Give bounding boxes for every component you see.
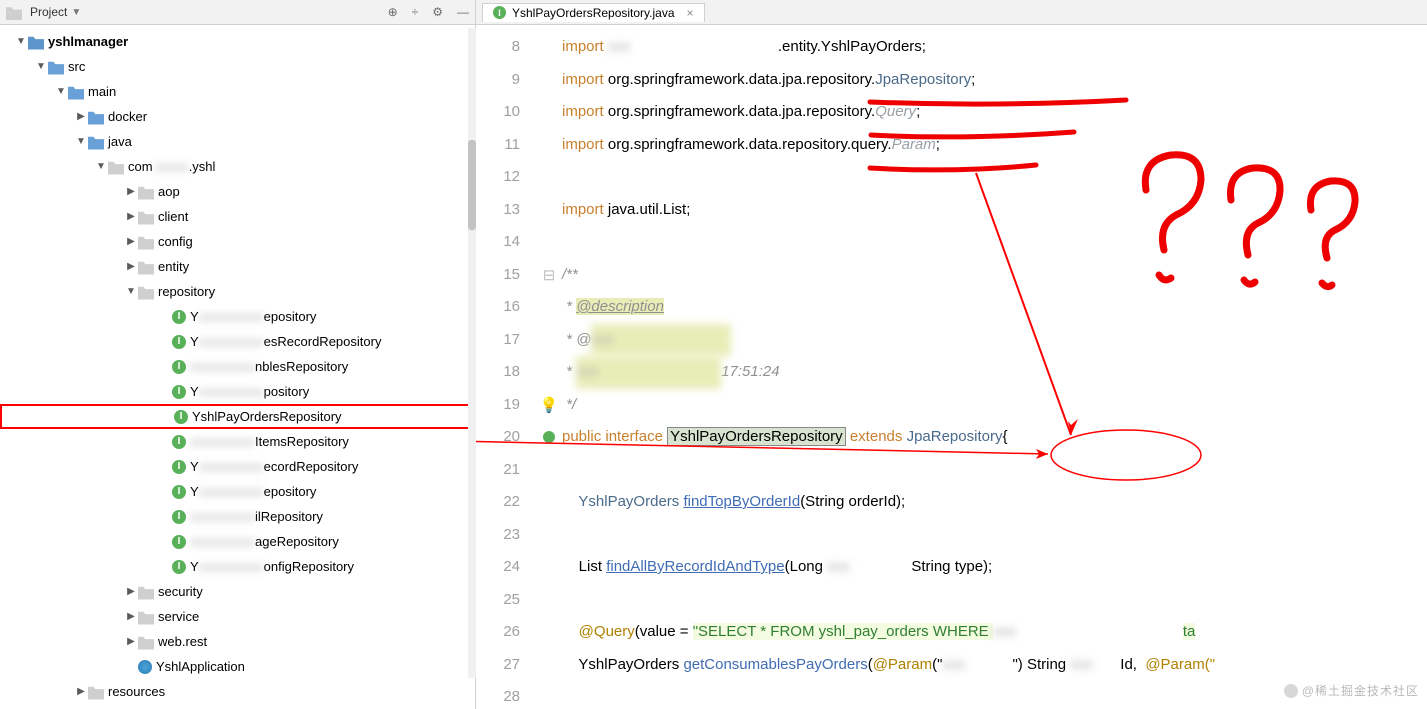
divide-icon[interactable]: ÷ — [412, 5, 419, 19]
tree-node[interactable]: ▶IxxxxxxxxxxItemsRepository — [0, 429, 475, 454]
interface-icon: I — [172, 435, 186, 449]
folder-icon — [68, 84, 84, 100]
code-editor[interactable]: 8910111213141516171819202122232425262728… — [476, 25, 1427, 709]
tree-node[interactable]: ▼yshlmanager — [0, 29, 475, 54]
interface-icon: I — [172, 360, 186, 374]
tree-node[interactable]: ▶IYxxxxxxxxxxesRecordRepository — [0, 329, 475, 354]
folder-icon — [138, 634, 154, 650]
interface-icon: I — [174, 410, 188, 424]
tree-node[interactable]: ▶resources — [0, 679, 475, 704]
chevron-down-icon[interactable]: ▼ — [71, 7, 81, 18]
tree-node[interactable]: ▶config — [0, 229, 475, 254]
folder-icon — [138, 284, 154, 300]
folder-icon — [48, 59, 64, 75]
interface-icon: I — [172, 560, 186, 574]
main-split: ▼yshlmanager▼src▼main▶docker▼java▼com.xx… — [0, 25, 1427, 709]
sidebar-scroll-thumb[interactable] — [468, 140, 476, 230]
tree-node[interactable]: ▶IYxxxxxxxxxxepository — [0, 304, 475, 329]
tree-node[interactable]: ▶security — [0, 579, 475, 604]
folder-icon — [88, 109, 104, 125]
gutter-icons: ⊟💡 — [536, 25, 562, 709]
code-area[interactable]: import xxx.entity.YshlPayOrders;import o… — [562, 25, 1427, 709]
gear-icon[interactable]: ⚙ — [432, 5, 443, 19]
tree-node[interactable]: ▶client — [0, 204, 475, 229]
folder-icon — [138, 209, 154, 225]
interface-icon: I — [172, 385, 186, 399]
interface-icon: I — [172, 335, 186, 349]
target-icon[interactable]: ⊕ — [388, 5, 398, 19]
tree-node[interactable]: ▶IxxxxxxxxxxilRepository — [0, 504, 475, 529]
interface-icon: I — [172, 510, 186, 524]
top-bar: Project ▼ ⊕ ÷ ⚙ — I YshlPayOrdersReposit… — [0, 0, 1427, 25]
project-panel-header: Project ▼ ⊕ ÷ ⚙ — — [0, 0, 476, 24]
interface-icon: I — [172, 310, 186, 324]
folder-icon — [138, 184, 154, 200]
tree-node[interactable]: ▶web.rest — [0, 629, 475, 654]
watermark: @稀土掘金技术社区 — [1284, 682, 1419, 699]
folder-icon — [88, 134, 104, 150]
tree-node[interactable]: ▶IYxxxxxxxxxxonfigRepository — [0, 554, 475, 579]
tree-node[interactable]: ▶IYxxxxxxxxxxepository — [0, 479, 475, 504]
tree-node[interactable]: ▶docker — [0, 104, 475, 129]
tree-node[interactable]: ▼java — [0, 129, 475, 154]
interface-icon: I — [493, 6, 506, 19]
tree-node[interactable]: ▶IYxxxxxxxxxxecordRepository — [0, 454, 475, 479]
folder-icon — [88, 684, 104, 700]
project-label[interactable]: Project — [30, 5, 67, 19]
watermark-text: @稀土掘金技术社区 — [1302, 682, 1419, 699]
watermark-icon — [1284, 684, 1298, 698]
tree-node[interactable]: ▶IxxxxxxxxxxageRepository — [0, 529, 475, 554]
tree-node[interactable]: ▶IYshlPayOrdersRepository — [0, 404, 475, 429]
tree-node[interactable]: ▶IxxxxxxxxxxnblesRepository — [0, 354, 475, 379]
project-tree[interactable]: ▼yshlmanager▼src▼main▶docker▼java▼com.xx… — [0, 25, 476, 709]
sidebar-scroll-track[interactable] — [468, 28, 476, 678]
tab-file[interactable]: I YshlPayOrdersRepository.java × — [482, 3, 705, 22]
tree-node[interactable]: ▶YshlApplication — [0, 654, 475, 679]
folder-icon — [108, 159, 124, 175]
tree-node[interactable]: ▶aop — [0, 179, 475, 204]
folder-icon — [138, 584, 154, 600]
tree-node[interactable]: ▼repository — [0, 279, 475, 304]
folder-icon — [138, 259, 154, 275]
folder-icon — [138, 660, 152, 674]
close-icon[interactable]: × — [687, 6, 694, 20]
line-gutter: 8910111213141516171819202122232425262728 — [476, 25, 536, 709]
folder-icon — [28, 34, 44, 50]
tree-node[interactable]: ▶IYxxxxxxxxxxpository — [0, 379, 475, 404]
editor-tabs: I YshlPayOrdersRepository.java × — [476, 0, 705, 24]
tree-node[interactable]: ▶service — [0, 604, 475, 629]
tree-node[interactable]: ▶entity — [0, 254, 475, 279]
tree-node[interactable]: ▼src — [0, 54, 475, 79]
folder-icon — [6, 4, 22, 20]
tree-node[interactable]: ▼main — [0, 79, 475, 104]
interface-icon: I — [172, 535, 186, 549]
tree-node[interactable]: ▼com.xxxxx.yshl — [0, 154, 475, 179]
collapse-icon[interactable]: — — [457, 5, 469, 19]
interface-icon: I — [172, 485, 186, 499]
interface-icon: I — [172, 460, 186, 474]
folder-icon — [138, 609, 154, 625]
tab-filename: YshlPayOrdersRepository.java — [512, 6, 675, 20]
folder-icon — [138, 234, 154, 250]
